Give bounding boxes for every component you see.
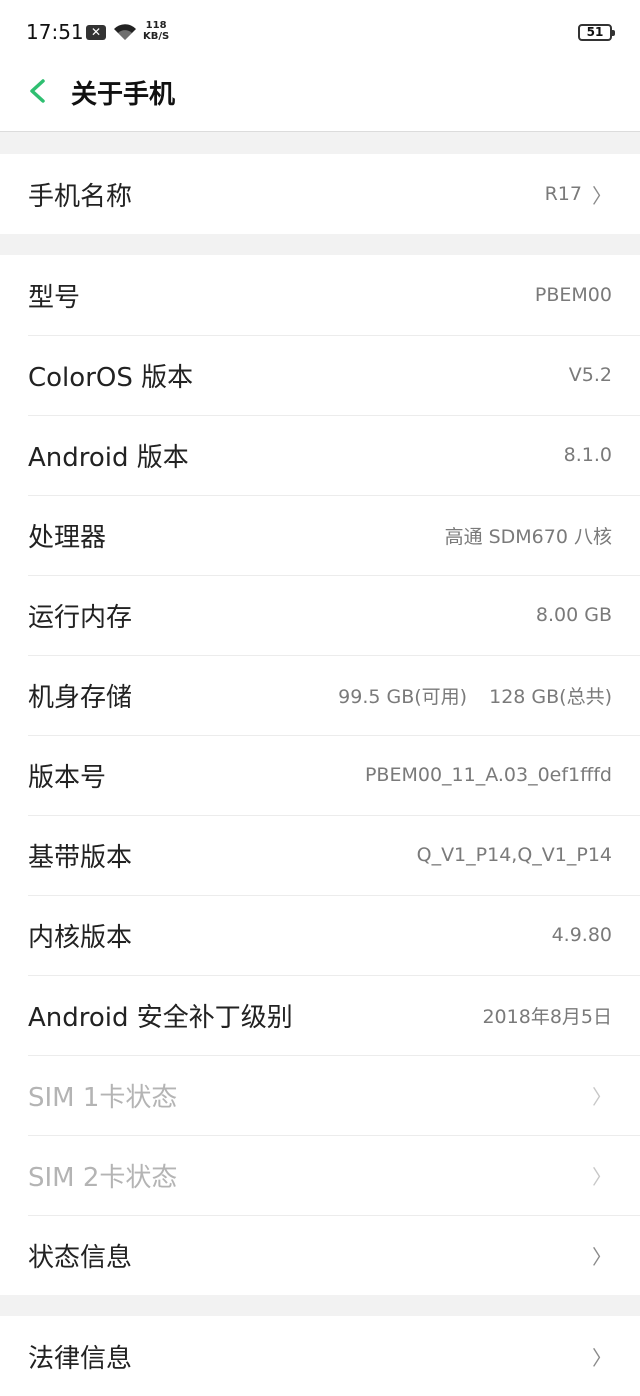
baseband-version-value: Q_V1_P14,Q_V1_P14: [416, 844, 612, 866]
legal-info-row[interactable]: 法律信息 〉: [0, 1316, 640, 1396]
title-bar: 关于手机: [0, 64, 640, 132]
sim1-status-label: SIM 1卡状态: [28, 1082, 178, 1113]
legal-info-label: 法律信息: [28, 1343, 133, 1374]
ram-label: 运行内存: [28, 602, 133, 633]
baseband-version-row: 基带版本 Q_V1_P14,Q_V1_P14: [0, 815, 640, 895]
ram-value: 8.00 GB: [535, 604, 612, 626]
status-info-row[interactable]: 状态信息 〉: [0, 1215, 640, 1295]
sim2-status-row: SIM 2卡状态 〉: [0, 1135, 640, 1215]
phone-name-label: 手机名称: [28, 181, 133, 212]
processor-label: 处理器: [28, 522, 107, 553]
legal-group: 法律信息 〉: [0, 1316, 640, 1396]
status-time: 17:51: [26, 20, 84, 44]
build-number-label: 版本号: [28, 762, 107, 793]
processor-value: 高通 SDM670 八核: [444, 525, 612, 548]
battery-level: 51: [586, 25, 604, 39]
coloros-version-value: V5.2: [568, 364, 612, 386]
storage-row: 机身存储 99.5 GB(可用) 128 GB(总共): [0, 655, 640, 735]
storage-total: 128 GB(总共): [489, 685, 612, 708]
kernel-version-row: 内核版本 4.9.80: [0, 895, 640, 975]
sim2-status-label: SIM 2卡状态: [28, 1162, 178, 1193]
device-info-group: 型号 PBEM00 ColorOS 版本 V5.2 Android 版本 8.1…: [0, 255, 640, 1295]
notification-icon: ✕: [86, 25, 106, 40]
baseband-version-label: 基带版本: [28, 842, 133, 873]
back-arrow-icon[interactable]: [22, 74, 56, 108]
chevron-right-icon: 〉: [592, 183, 612, 208]
storage-available: 99.5 GB(可用): [338, 685, 468, 708]
storage-value: 99.5 GB(可用) 128 GB(总共): [338, 682, 612, 709]
kernel-version-label: 内核版本: [28, 922, 133, 953]
battery-icon: 51: [578, 24, 615, 41]
coloros-version-row[interactable]: ColorOS 版本 V5.2: [0, 335, 640, 415]
chevron-right-icon: 〉: [592, 1164, 612, 1189]
security-patch-row: Android 安全补丁级别 2018年8月5日: [0, 975, 640, 1055]
model-label: 型号: [28, 282, 81, 313]
android-version-row[interactable]: Android 版本 8.1.0: [0, 415, 640, 495]
network-speed-value: 118: [145, 20, 167, 31]
storage-label: 机身存储: [28, 682, 133, 713]
phone-name-row[interactable]: 手机名称 R17 〉: [0, 154, 640, 234]
network-speed-unit: KB/S: [143, 31, 170, 42]
status-bar: 17:51 ✕ 118 KB/S 51: [0, 0, 640, 64]
processor-row: 处理器 高通 SDM670 八核: [0, 495, 640, 575]
build-number-value: PBEM00_11_A.03_0ef1fffd: [364, 764, 612, 786]
android-version-value: 8.1.0: [563, 444, 612, 466]
model-value: PBEM00: [534, 284, 612, 306]
page-title: 关于手机: [71, 80, 176, 110]
security-patch-value: 2018年8月5日: [482, 1005, 612, 1028]
model-row: 型号 PBEM00: [0, 255, 640, 335]
ram-row: 运行内存 8.00 GB: [0, 575, 640, 655]
network-speed: 118 KB/S: [143, 20, 169, 42]
kernel-version-value: 4.9.80: [551, 924, 612, 946]
sim1-status-row: SIM 1卡状态 〉: [0, 1055, 640, 1135]
wifi-icon: [114, 24, 136, 40]
chevron-right-icon: 〉: [592, 1084, 612, 1109]
coloros-version-label: ColorOS 版本: [28, 362, 194, 393]
chevron-right-icon: 〉: [592, 1345, 612, 1370]
build-number-row[interactable]: 版本号 PBEM00_11_A.03_0ef1fffd: [0, 735, 640, 815]
phone-name-value: R17: [544, 183, 582, 205]
phone-name-group: 手机名称 R17 〉: [0, 154, 640, 234]
android-version-label: Android 版本: [28, 442, 189, 473]
security-patch-label: Android 安全补丁级别: [28, 1002, 293, 1033]
status-info-label: 状态信息: [28, 1242, 133, 1273]
chevron-right-icon: 〉: [592, 1244, 612, 1269]
